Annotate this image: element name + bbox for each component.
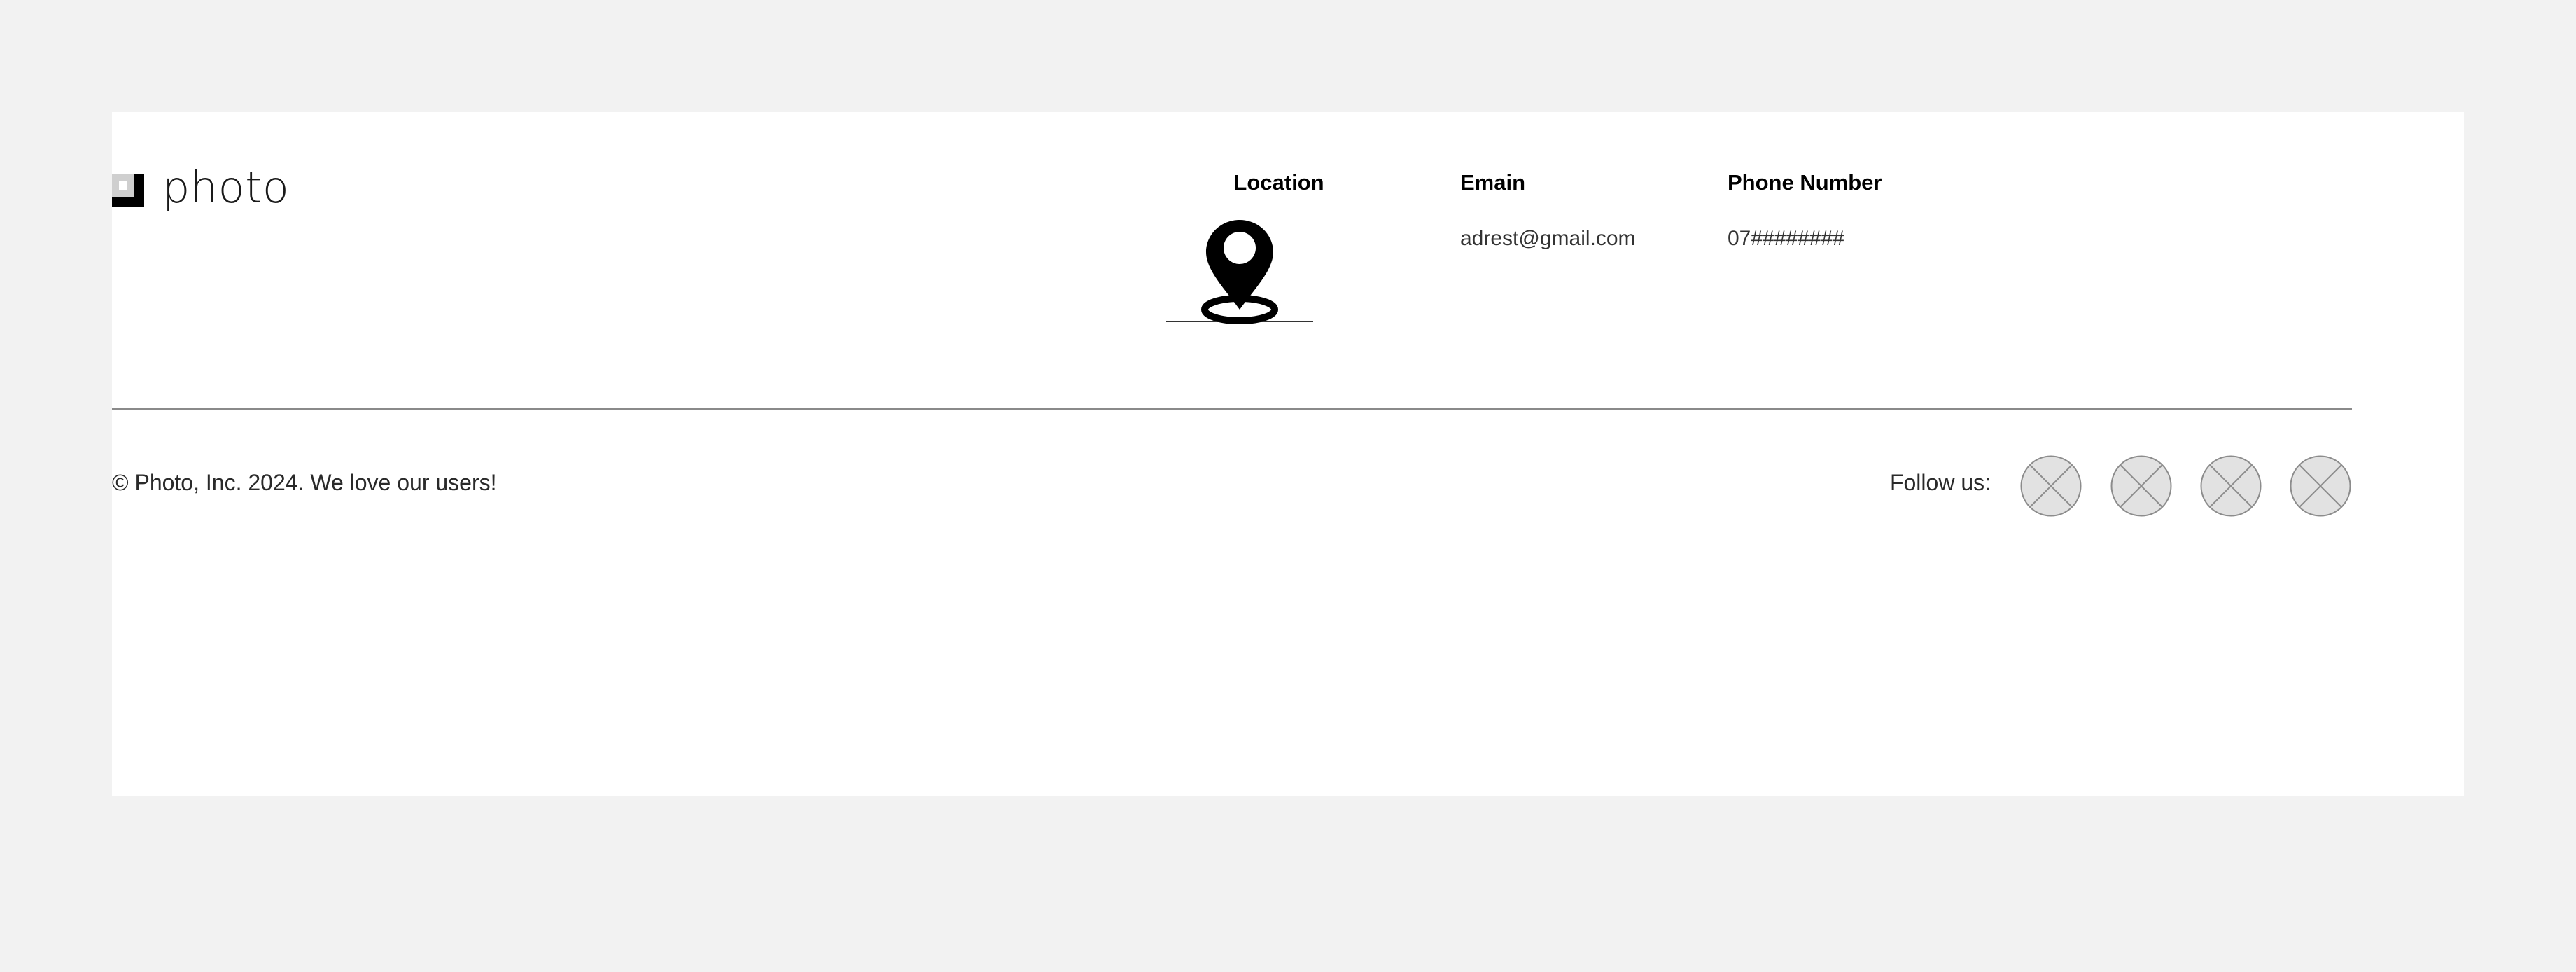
- location-heading: Location: [1233, 170, 1324, 195]
- email-heading: Emain: [1460, 170, 1526, 195]
- brand-name: photo: [162, 162, 290, 213]
- photo-logo-square-icon: [112, 174, 144, 207]
- footer-divider: [112, 408, 2352, 410]
- phone-heading: Phone Number: [1728, 170, 1882, 195]
- location-link[interactable]: [1166, 216, 1313, 324]
- follow-us-label: Follow us:: [1889, 470, 1991, 495]
- brand-logo[interactable]: photo: [112, 162, 290, 213]
- footer-card: [112, 112, 2464, 796]
- social-link-1-placeholder-image-icon[interactable]: [2020, 455, 2082, 517]
- email-value[interactable]: adrest@gmail.com: [1460, 228, 1636, 249]
- copyright-text: © Photo, Inc. 2024. We love our users!: [112, 470, 497, 495]
- map-pin-icon: [1201, 220, 1278, 324]
- social-link-4-placeholder-image-icon[interactable]: [2290, 455, 2351, 517]
- social-link-3-placeholder-image-icon[interactable]: [2200, 455, 2262, 517]
- phone-value[interactable]: 07########: [1728, 228, 1844, 249]
- social-link-2-placeholder-image-icon[interactable]: [2110, 455, 2172, 517]
